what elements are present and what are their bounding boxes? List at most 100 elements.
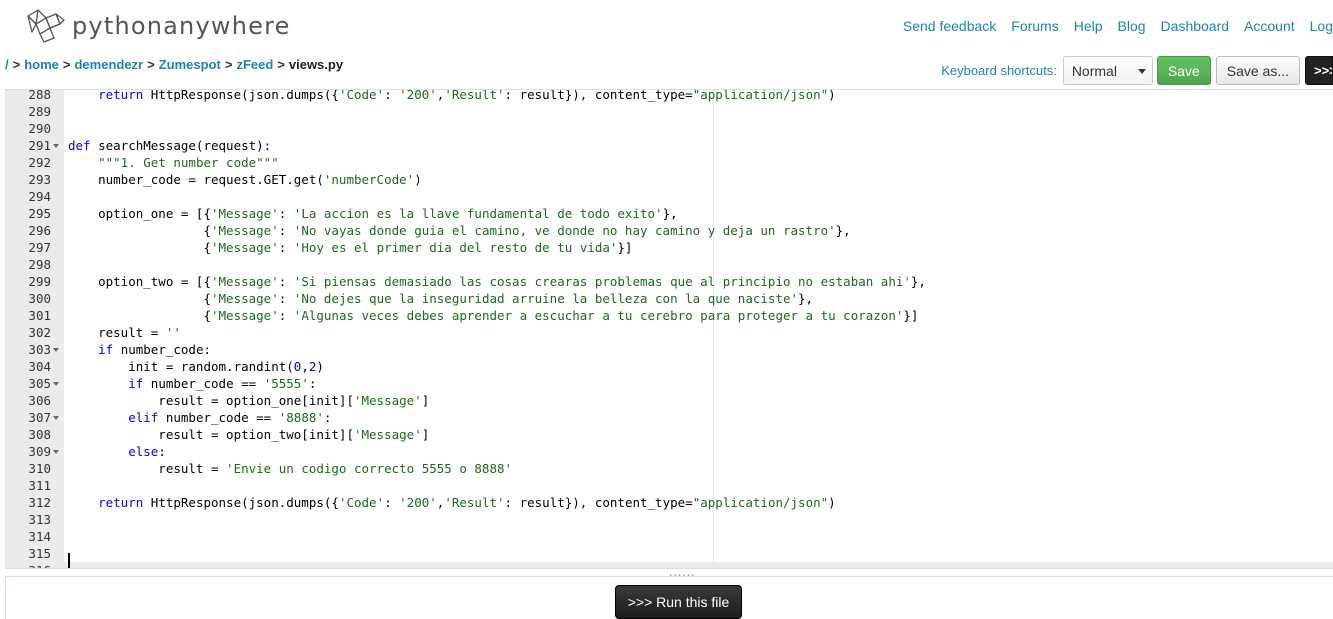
- run-file-top-button[interactable]: >>>: [1305, 56, 1333, 85]
- code-line[interactable]: 292 """1. Get number code""": [5, 154, 1333, 171]
- editor-toolbar: Keyboard shortcuts: Normal Save Save as.…: [941, 56, 1333, 85]
- code-line[interactable]: 294: [5, 188, 1333, 205]
- keyboard-mode-value: Normal: [1071, 62, 1117, 79]
- code-text: if number_code == '5555':: [128, 376, 317, 391]
- fold-toggle-icon[interactable]: [53, 348, 59, 352]
- code-text: {'Message': 'Hoy es el primer dia del re…: [68, 240, 633, 255]
- code-line[interactable]: 308 result = option_two[init]['Message']: [5, 426, 1333, 443]
- keyboard-shortcuts-label[interactable]: Keyboard shortcuts:: [941, 63, 1057, 78]
- fold-toggle-icon[interactable]: [53, 450, 59, 454]
- line-number: 295: [28, 206, 51, 221]
- code-text: def searchMessage(request):: [68, 138, 272, 153]
- line-number: 307: [28, 410, 51, 425]
- line-number: 290: [28, 121, 51, 136]
- code-text: {'Message': 'No vayas donde guia el cami…: [68, 223, 851, 238]
- line-number: 308: [28, 427, 51, 442]
- code-line[interactable]: 301 {'Message': 'Algunas veces debes apr…: [5, 307, 1333, 324]
- code-text: elif number_code == '8888':: [128, 410, 332, 425]
- breadcrumb-app[interactable]: zFeed: [236, 57, 273, 72]
- code-line[interactable]: 313: [5, 511, 1333, 528]
- line-number: 313: [28, 512, 51, 527]
- save-as-button[interactable]: Save as...: [1215, 56, 1300, 85]
- code-text: option_two = [{'Message': 'Si piensas de…: [68, 274, 926, 289]
- line-number: 298: [28, 257, 51, 272]
- code-line[interactable]: 306 result = option_one[init]['Message']: [5, 392, 1333, 409]
- line-number: 316: [5, 562, 51, 568]
- save-button[interactable]: Save: [1156, 56, 1211, 85]
- code-line[interactable]: 314: [5, 528, 1333, 545]
- code-text: result = option_one[init]['Message']: [68, 393, 430, 408]
- breadcrumb-home[interactable]: home: [24, 57, 59, 72]
- nav-dashboard[interactable]: Dashboard: [1161, 18, 1230, 34]
- code-line[interactable]: 302 result = '': [5, 324, 1333, 341]
- line-number: 289: [28, 104, 51, 119]
- code-text: result = '': [68, 325, 181, 340]
- code-line[interactable]: 296 {'Message': 'No vayas donde guia el …: [5, 222, 1333, 239]
- code-line[interactable]: 310 result = 'Envie un codigo correcto 5…: [5, 460, 1333, 477]
- line-number: 304: [28, 359, 51, 374]
- line-number: 292: [28, 155, 51, 170]
- line-number: 300: [28, 291, 51, 306]
- code-line[interactable]: 289: [5, 103, 1333, 120]
- line-number: 299: [28, 274, 51, 289]
- nav-blog[interactable]: Blog: [1118, 18, 1146, 34]
- code-line[interactable]: 298: [5, 256, 1333, 273]
- line-number: 314: [28, 529, 51, 544]
- code-editor[interactable]: 288 return HttpResponse(json.dumps({'Cod…: [5, 89, 1333, 569]
- code-lines[interactable]: 288 return HttpResponse(json.dumps({'Cod…: [5, 89, 1333, 568]
- fold-toggle-icon[interactable]: [53, 416, 59, 420]
- line-number: 303: [28, 342, 51, 357]
- code-line[interactable]: 311: [5, 477, 1333, 494]
- code-line[interactable]: 312 return HttpResponse(json.dumps({'Cod…: [5, 494, 1333, 511]
- breadcrumb-root[interactable]: /: [5, 57, 9, 72]
- breadcrumb: / > home > demendezr > Zumespot > zFeed > views.py: [5, 57, 343, 72]
- code-line[interactable]: 291 def searchMessage(request):: [5, 137, 1333, 154]
- nav-help[interactable]: Help: [1074, 18, 1103, 34]
- line-number: 315: [28, 546, 51, 561]
- code-line[interactable]: 295 option_one = [{'Message': 'La accion…: [5, 205, 1333, 222]
- line-number: 294: [28, 189, 51, 204]
- logo[interactable]: pythonanywhere: [24, 6, 291, 46]
- code-line[interactable]: 300 {'Message': 'No dejes que la insegur…: [5, 290, 1333, 307]
- nav-account[interactable]: Account: [1244, 18, 1295, 34]
- code-line[interactable]: 304 init = random.randint(0,2): [5, 358, 1333, 375]
- code-line[interactable]: 315: [5, 545, 1333, 562]
- nav-forums[interactable]: Forums: [1011, 18, 1058, 34]
- code-text: result = 'Envie un codigo correcto 5555 …: [68, 461, 513, 476]
- code-text: """1. Get number code""": [98, 155, 279, 170]
- run-this-file-button[interactable]: >>> Run this file: [615, 585, 742, 619]
- fold-toggle-icon[interactable]: [53, 382, 59, 386]
- breadcrumb-user[interactable]: demendezr: [74, 57, 143, 72]
- line-number: 301: [28, 308, 51, 323]
- code-line[interactable]: 309 else:: [5, 443, 1333, 460]
- keyboard-mode-select[interactable]: Normal: [1062, 56, 1153, 85]
- fold-toggle-icon[interactable]: [53, 144, 59, 148]
- code-line[interactable]: 299 option_two = [{'Message': 'Si piensa…: [5, 273, 1333, 290]
- code-line[interactable]: 316: [5, 562, 1333, 568]
- code-line[interactable]: 293 number_code = request.GET.get('numbe…: [5, 171, 1333, 188]
- site-header: pythonanywhere Send feedback Forums Help…: [0, 0, 1333, 52]
- nav-send-feedback[interactable]: Send feedback: [903, 18, 996, 34]
- code-text: return HttpResponse(json.dumps({'Code': …: [98, 89, 836, 102]
- code-line[interactable]: 307 elif number_code == '8888':: [5, 409, 1333, 426]
- code-text: return HttpResponse(json.dumps({'Code': …: [98, 495, 836, 510]
- code-text: {'Message': 'Algunas veces debes aprende…: [68, 308, 919, 323]
- line-number: 306: [28, 393, 51, 408]
- code-line[interactable]: 305 if number_code == '5555':: [5, 375, 1333, 392]
- code-line[interactable]: 297 {'Message': 'Hoy es el primer dia de…: [5, 239, 1333, 256]
- breadcrumb-separator: >: [277, 57, 285, 72]
- line-number: 312: [28, 495, 51, 510]
- code-text: result = option_two[init]['Message']: [68, 427, 430, 442]
- breadcrumb-project[interactable]: Zumespot: [159, 57, 221, 72]
- line-number: 296: [28, 223, 51, 238]
- line-number: 293: [28, 172, 51, 187]
- code-text: option_one = [{'Message': 'La accion es …: [68, 206, 678, 221]
- code-line[interactable]: 288 return HttpResponse(json.dumps({'Cod…: [5, 89, 1333, 103]
- code-line[interactable]: 303 if number_code:: [5, 341, 1333, 358]
- breadcrumb-current-file: views.py: [288, 57, 344, 72]
- line-number: 305: [28, 376, 51, 391]
- line-number: 288: [28, 89, 51, 102]
- code-line[interactable]: 290: [5, 120, 1333, 137]
- breadcrumb-separator: >: [62, 57, 71, 72]
- nav-log[interactable]: Log: [1310, 18, 1333, 34]
